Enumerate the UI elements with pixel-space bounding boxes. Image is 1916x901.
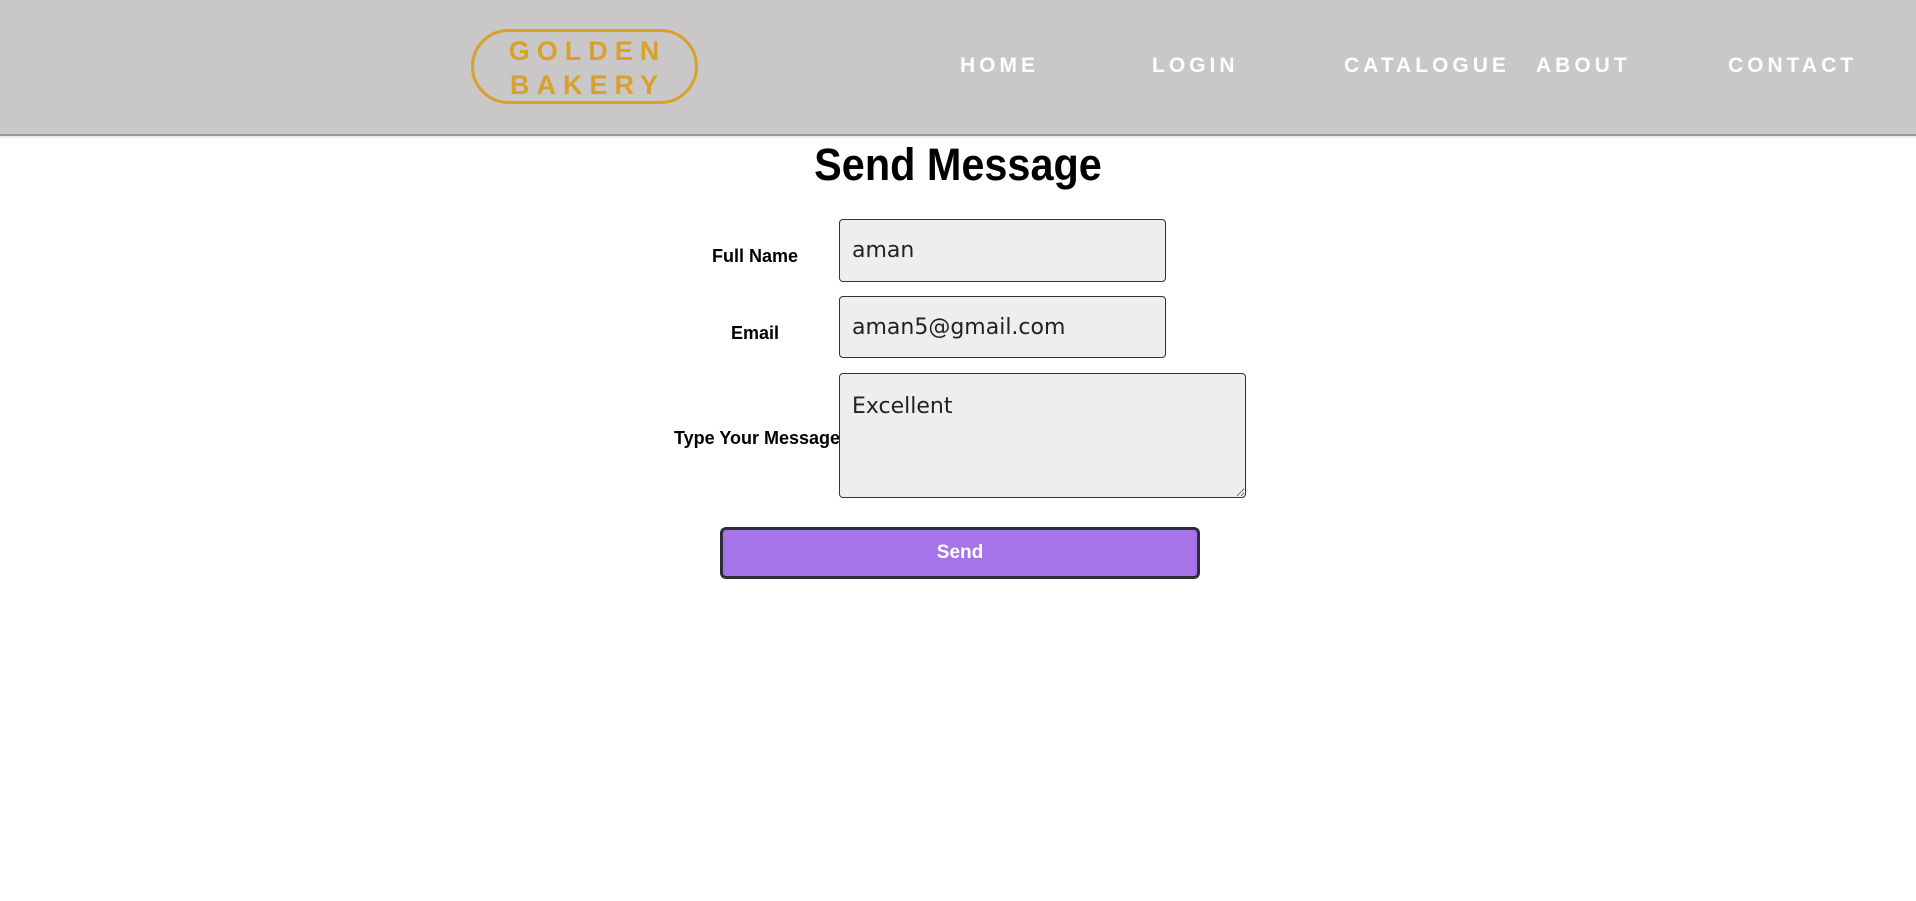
page-title: Send Message — [814, 139, 1102, 190]
logo-line-2: BAKERY — [509, 70, 665, 100]
email-input[interactable] — [839, 296, 1166, 358]
send-button[interactable]: Send — [720, 527, 1200, 579]
full-name-input[interactable] — [839, 219, 1166, 282]
nav-about-link[interactable]: ABOUT — [1536, 54, 1631, 78]
nav-contact-link[interactable]: CONTACT — [1728, 54, 1857, 78]
message-label: Type Your Message — [674, 428, 841, 448]
golden-bakery-logo[interactable]: GOLDEN BAKERY — [471, 29, 698, 104]
email-label: Email — [730, 323, 780, 343]
nav-catalogue-link[interactable]: CATALOGUE — [1344, 54, 1510, 78]
message-textarea[interactable]: Excellent — [839, 373, 1246, 498]
full-name-label: Full Name — [711, 246, 799, 266]
logo-line-1: GOLDEN — [508, 36, 667, 66]
navbar: GOLDEN BAKERY HOME LOGIN CATALOGUE ABOUT… — [0, 0, 1916, 136]
nav-login-link[interactable]: LOGIN — [1152, 54, 1239, 78]
nav-home-link[interactable]: HOME — [960, 54, 1039, 78]
